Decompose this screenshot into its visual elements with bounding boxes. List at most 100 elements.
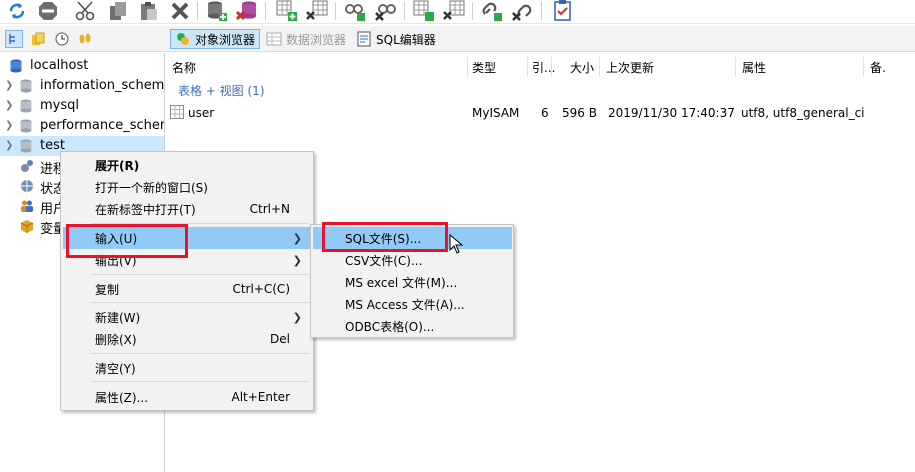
toolbar-separator bbox=[265, 2, 266, 20]
tree-item-mysql[interactable]: ❯ mysql bbox=[0, 96, 164, 116]
menu-item-csv-file[interactable]: CSV文件(C)... bbox=[313, 249, 512, 271]
drop-index-icon[interactable] bbox=[443, 0, 465, 22]
menu-item-odbc-table[interactable]: ODBC表格(O)... bbox=[313, 315, 512, 337]
copy-icon[interactable] bbox=[107, 0, 129, 22]
column-header-type[interactable]: 类型 bbox=[466, 57, 528, 77]
menu-separator bbox=[91, 302, 309, 303]
menu-item-new[interactable]: 新建(W) ❯ bbox=[63, 306, 312, 328]
row-size: 596 B bbox=[562, 106, 597, 120]
group-header[interactable]: 表格 + 视图 (1) bbox=[178, 82, 265, 99]
checklist-icon[interactable] bbox=[552, 0, 574, 22]
database-icon bbox=[20, 79, 32, 93]
tree-item-label: mysql bbox=[40, 98, 79, 113]
stop-icon[interactable] bbox=[37, 0, 59, 22]
tab-object-browser[interactable]: 对象浏览器 bbox=[170, 29, 261, 49]
add-view-icon[interactable] bbox=[344, 0, 366, 22]
menu-separator bbox=[91, 353, 309, 354]
row-attributes: utf8, utf8_general_ci bbox=[741, 106, 865, 120]
paste-icon[interactable] bbox=[138, 0, 160, 22]
row-updated: 2019/11/30 17:40:37 bbox=[608, 106, 735, 120]
annotation-highlight-sql-file bbox=[322, 222, 448, 252]
process-icon bbox=[20, 159, 33, 173]
tree-item-localhost[interactable]: localhost bbox=[0, 56, 164, 76]
drop-view-icon[interactable] bbox=[375, 0, 397, 22]
menu-item-label: CSV文件(C)... bbox=[345, 253, 423, 268]
view-toolbar: 对象浏览器 数据浏览器 SQL编辑器 bbox=[0, 26, 915, 52]
footprint-icon[interactable] bbox=[76, 30, 94, 48]
mouse-cursor-icon bbox=[449, 233, 464, 257]
menu-item-shortcut: Alt+Enter bbox=[231, 390, 290, 404]
menu-item-properties[interactable]: 属性(Z)... Alt+Enter bbox=[63, 386, 312, 408]
tab-label: 数据浏览器 bbox=[286, 32, 347, 47]
menu-item-shortcut: Ctrl+C(C) bbox=[232, 282, 290, 296]
tree-view-icon[interactable] bbox=[5, 30, 23, 48]
table-icon bbox=[170, 105, 184, 122]
column-header-name[interactable]: 名称 bbox=[166, 57, 468, 77]
menu-item-open-new-window[interactable]: 打开一个新的窗口(S) bbox=[63, 176, 312, 198]
drop-table-icon[interactable] bbox=[306, 0, 328, 22]
row-count: 6 bbox=[541, 106, 549, 120]
main-toolbar bbox=[0, 0, 915, 24]
menu-separator bbox=[91, 381, 309, 382]
history-clock-icon[interactable] bbox=[53, 30, 71, 48]
toolbar-separator bbox=[541, 2, 542, 20]
chevron-right-icon[interactable]: ❯ bbox=[5, 80, 13, 91]
add-index-icon[interactable] bbox=[413, 0, 435, 22]
database-icon bbox=[20, 119, 32, 133]
object-browser-icon bbox=[175, 31, 191, 47]
tree-item-label: localhost bbox=[30, 58, 89, 73]
menu-item-delete[interactable]: 删除(X) Del bbox=[63, 328, 312, 350]
add-table-icon[interactable] bbox=[276, 0, 298, 22]
column-header-size[interactable]: 大小 bbox=[552, 57, 600, 77]
menu-item-expand[interactable]: 展开(R) bbox=[63, 154, 312, 176]
chevron-right-icon: ❯ bbox=[292, 231, 302, 245]
row-name[interactable]: user bbox=[188, 106, 214, 120]
column-header-comment[interactable]: 备. bbox=[864, 57, 914, 77]
tree-item-information-schema[interactable]: ❯ information_schema bbox=[0, 76, 165, 96]
menu-item-label: ODBC表格(O)... bbox=[345, 319, 435, 334]
tree-item-performance-schema[interactable]: ❯ performance_schema bbox=[0, 116, 164, 136]
column-header-attributes[interactable]: 属性 bbox=[736, 57, 864, 77]
refresh-icon[interactable] bbox=[6, 0, 28, 22]
menu-item-empty[interactable]: 清空(Y) bbox=[63, 357, 312, 379]
toolbar-separator bbox=[472, 2, 473, 20]
menu-item-label: 展开(R) bbox=[95, 158, 140, 173]
database-icon bbox=[20, 99, 32, 113]
favorites-icon[interactable] bbox=[29, 30, 47, 48]
column-header-rows[interactable]: 引... bbox=[528, 57, 555, 77]
column-header-updated[interactable]: 上次更新 bbox=[600, 57, 736, 77]
context-menu: 展开(R) 打开一个新的窗口(S) 在新标签中打开(T) Ctrl+N 输入(U… bbox=[60, 151, 314, 411]
menu-item-shortcut: Del bbox=[270, 332, 290, 346]
menu-separator bbox=[91, 274, 309, 275]
tab-data-browser[interactable]: 数据浏览器 bbox=[262, 29, 350, 49]
drop-database-icon[interactable] bbox=[236, 0, 258, 22]
menu-item-label: 复制 bbox=[95, 282, 120, 297]
chevron-right-icon[interactable]: ❯ bbox=[5, 100, 13, 111]
server-icon bbox=[10, 59, 22, 73]
menu-item-excel-file[interactable]: MS excel 文件(M)... bbox=[313, 271, 512, 293]
tab-label: SQL编辑器 bbox=[376, 32, 436, 47]
add-database-icon[interactable] bbox=[206, 0, 228, 22]
delete-icon[interactable] bbox=[169, 0, 191, 22]
annotation-highlight-import bbox=[66, 224, 188, 258]
drop-link-icon[interactable] bbox=[512, 0, 534, 22]
status-icon bbox=[20, 179, 33, 193]
add-link-icon[interactable] bbox=[481, 0, 503, 22]
sql-editor-icon bbox=[356, 31, 372, 47]
menu-item-access-file[interactable]: MS Access 文件(A)... bbox=[313, 293, 512, 315]
menu-item-label: 清空(Y) bbox=[95, 361, 136, 376]
users-icon bbox=[20, 199, 33, 213]
chevron-right-icon: ❯ bbox=[292, 253, 302, 267]
tree-item-label: information_schema bbox=[40, 78, 165, 93]
chevron-right-icon[interactable]: ❯ bbox=[5, 140, 13, 151]
tab-sql-editor[interactable]: SQL编辑器 bbox=[352, 29, 440, 49]
tab-label: 对象浏览器 bbox=[195, 32, 256, 47]
menu-item-label: MS Access 文件(A)... bbox=[345, 297, 465, 312]
menu-item-open-new-tab[interactable]: 在新标签中打开(T) Ctrl+N bbox=[63, 198, 312, 220]
menu-item-label: 属性(Z)... bbox=[95, 390, 149, 405]
cut-icon[interactable] bbox=[75, 0, 97, 22]
chevron-right-icon[interactable]: ❯ bbox=[5, 120, 13, 131]
menu-item-label: MS excel 文件(M)... bbox=[345, 275, 458, 290]
menu-item-label: 新建(W) bbox=[95, 310, 141, 325]
menu-item-copy[interactable]: 复制 Ctrl+C(C) bbox=[63, 278, 312, 300]
